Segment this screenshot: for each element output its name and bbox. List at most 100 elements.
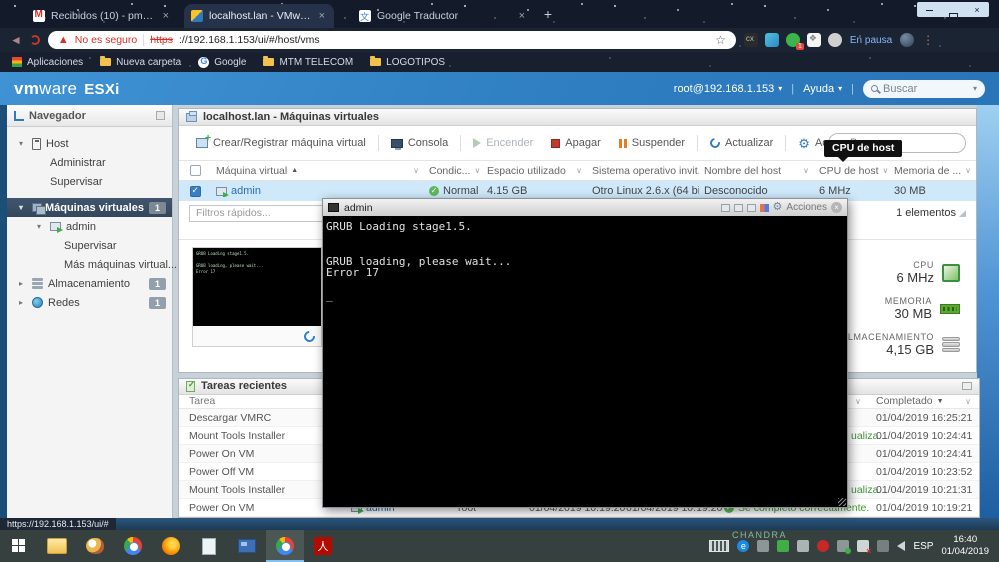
chevron-down-icon[interactable]: ∨: [965, 397, 971, 406]
bookmark-aplicaciones[interactable]: Aplicaciones: [12, 57, 83, 68]
tray-usb-icon[interactable]: [877, 540, 889, 552]
chevron-down-icon[interactable]: ∨: [576, 166, 582, 175]
column-header-memoria-de[interactable]: Memoria de ...∨: [889, 165, 976, 177]
column-header-espacio-utilizado[interactable]: Espacio utilizado∨: [482, 165, 587, 177]
security-tray-icon[interactable]: [837, 540, 849, 552]
extension-icon-3[interactable]: 1: [786, 33, 800, 47]
volume-icon[interactable]: [897, 541, 905, 551]
sidebar-item-almacenamiento[interactable]: ▸Almacenamiento1: [7, 274, 172, 293]
taskbar-chrome[interactable]: [114, 530, 152, 562]
close-tab-icon[interactable]: ×: [517, 10, 527, 22]
sidebar-item-administrar[interactable]: Administrar: [7, 153, 172, 172]
tray-error-icon[interactable]: [857, 540, 869, 552]
taskbar-notepad[interactable]: [190, 530, 228, 562]
browser-menu-icon[interactable]: ⋮: [922, 33, 934, 47]
completed-column-label[interactable]: Completado▼: [876, 395, 944, 407]
nav-collapse-strip[interactable]: [0, 105, 7, 518]
console-close-icon[interactable]: ×: [831, 202, 842, 213]
bookmark-nueva-carpeta[interactable]: Nueva carpeta: [100, 57, 181, 68]
browser-tab-google-traductor[interactable]: Google Traductor×: [352, 4, 534, 28]
resize-grip-icon[interactable]: [959, 210, 966, 217]
tray-app-icon[interactable]: e: [737, 540, 749, 552]
apagar-button[interactable]: Apagar: [542, 132, 609, 154]
consola-button[interactable]: Consola: [382, 132, 457, 154]
gear-icon[interactable]: ⚙: [773, 202, 783, 213]
reload-icon[interactable]: [30, 35, 40, 45]
extension-icon-4[interactable]: [807, 33, 821, 47]
touch-keyboard-icon[interactable]: [709, 540, 729, 552]
clock[interactable]: 16:4001/04/2019: [941, 534, 989, 558]
paused-label[interactable]: En pausa: [850, 35, 892, 46]
tray-device-icon[interactable]: [797, 540, 809, 552]
new-tab-button[interactable]: +: [538, 5, 558, 25]
column-header-nombre-del-host[interactable]: Nombre del host∨: [699, 165, 814, 177]
bookmark-mtm-telecom[interactable]: MTM TELECOM: [263, 57, 353, 68]
vm-name-link[interactable]: admin: [231, 185, 261, 197]
global-search-input[interactable]: Buscar▾: [863, 80, 985, 98]
column-header-condic[interactable]: Condic...∨: [424, 165, 482, 177]
sidebar-item-m-quinas-virtuales[interactable]: ▾Máquinas virtuales1: [7, 198, 172, 217]
tray-red-icon[interactable]: [817, 540, 829, 552]
taskbar-settings[interactable]: [228, 530, 266, 562]
console-ctrl-alt-del-icon[interactable]: [760, 204, 769, 212]
taskbar-paint[interactable]: [76, 530, 114, 562]
close-tab-icon[interactable]: ×: [317, 10, 327, 22]
start-button[interactable]: [0, 530, 38, 562]
column-header-m-quina-virtual[interactable]: Máquina virtual▲∨: [211, 165, 424, 177]
security-label[interactable]: No es seguro: [75, 34, 137, 46]
task-column-label[interactable]: Tarea: [189, 395, 215, 407]
tree-toggle-icon[interactable]: ▸: [19, 279, 27, 288]
sidebar-item-supervisar[interactable]: Supervisar: [7, 172, 172, 191]
console-window-icon-2[interactable]: [734, 204, 743, 212]
column-header-cpu-de-host[interactable]: CPU de host∨: [814, 165, 889, 177]
taskbar-acrobat[interactable]: [304, 530, 342, 562]
address-bar[interactable]: ▲ No es seguro https ://192.168.1.153/ui…: [48, 31, 736, 49]
user-menu[interactable]: root@192.168.1.153▾: [674, 83, 782, 95]
close-tab-icon[interactable]: ×: [161, 10, 171, 22]
chevron-down-icon[interactable]: ∨: [965, 166, 971, 175]
chevron-down-icon[interactable]: ∨: [413, 166, 419, 175]
actualizar-button[interactable]: Actualizar: [701, 132, 782, 154]
column-header-sistema-operativo-invit[interactable]: Sistema operativo invit...∨: [587, 165, 699, 177]
bookmark-google[interactable]: Google: [198, 57, 246, 68]
console-window-icon-3[interactable]: [747, 204, 756, 212]
extension-icon-2[interactable]: [765, 33, 779, 47]
bookmark-logotipos[interactable]: LOGOTIPOS: [370, 57, 445, 68]
encender-button[interactable]: Encender: [464, 132, 542, 154]
panel-popout-icon[interactable]: [962, 382, 972, 390]
select-all-checkbox-cell[interactable]: [179, 165, 211, 176]
sidebar-item-supervisar[interactable]: Supervisar: [7, 236, 172, 255]
help-menu[interactable]: Ayuda▾: [803, 83, 842, 95]
console-title-bar[interactable]: admin ⚙ Acciones ×: [323, 199, 847, 216]
language-indicator[interactable]: ESP: [913, 541, 933, 552]
chevron-down-icon[interactable]: ∨: [803, 166, 809, 175]
sidebar-item-host[interactable]: ▾Host: [7, 134, 172, 153]
console-actions-label[interactable]: Acciones: [786, 202, 827, 213]
crear-registrar-m-quina-virtual-button[interactable]: Crear/Registrar máquina virtual: [187, 132, 375, 154]
bookmark-star-icon[interactable]: ☆: [715, 33, 726, 47]
browser-tab-localhost-lan-vmware-esxi[interactable]: localhost.lan - VMware ESXi×: [184, 4, 334, 28]
chevron-down-icon[interactable]: ∨: [883, 166, 889, 175]
pin-icon[interactable]: [156, 111, 165, 120]
sidebar-item-admin[interactable]: ▾admin: [7, 217, 172, 236]
taskbar-firefox[interactable]: [152, 530, 190, 562]
extension-icon-1[interactable]: [744, 33, 758, 47]
taskbar-chrome-active[interactable]: [266, 530, 304, 562]
chevron-down-icon[interactable]: ∨: [474, 166, 480, 175]
checkbox-checked-icon[interactable]: [190, 186, 201, 197]
tree-toggle-icon[interactable]: ▾: [19, 203, 27, 212]
browser-tab-recibidos-10-pmp-mtmcorp[interactable]: Recibidos (10) - pmp@mtmcorp×: [26, 4, 178, 28]
minimize-button[interactable]: [919, 3, 939, 17]
suspender-button[interactable]: Suspender: [610, 132, 694, 154]
extension-icon-5[interactable]: [828, 33, 842, 47]
sidebar-item-redes[interactable]: ▸Redes1: [7, 293, 172, 312]
sidebar-item-m-s-m-quinas-virtual[interactable]: Más máquinas virtual...: [7, 255, 172, 274]
checkbox-icon[interactable]: [190, 165, 201, 176]
tree-toggle-icon[interactable]: ▾: [19, 139, 27, 148]
close-window-button[interactable]: ×: [967, 3, 987, 17]
console-output[interactable]: GRUB Loading stage1.5. GRUB loading, ple…: [323, 216, 847, 507]
console-window-icon-1[interactable]: [721, 204, 730, 212]
chevron-down-icon[interactable]: ∨: [855, 397, 861, 406]
refresh-preview-icon[interactable]: [302, 328, 317, 343]
tree-toggle-icon[interactable]: ▾: [37, 222, 45, 231]
